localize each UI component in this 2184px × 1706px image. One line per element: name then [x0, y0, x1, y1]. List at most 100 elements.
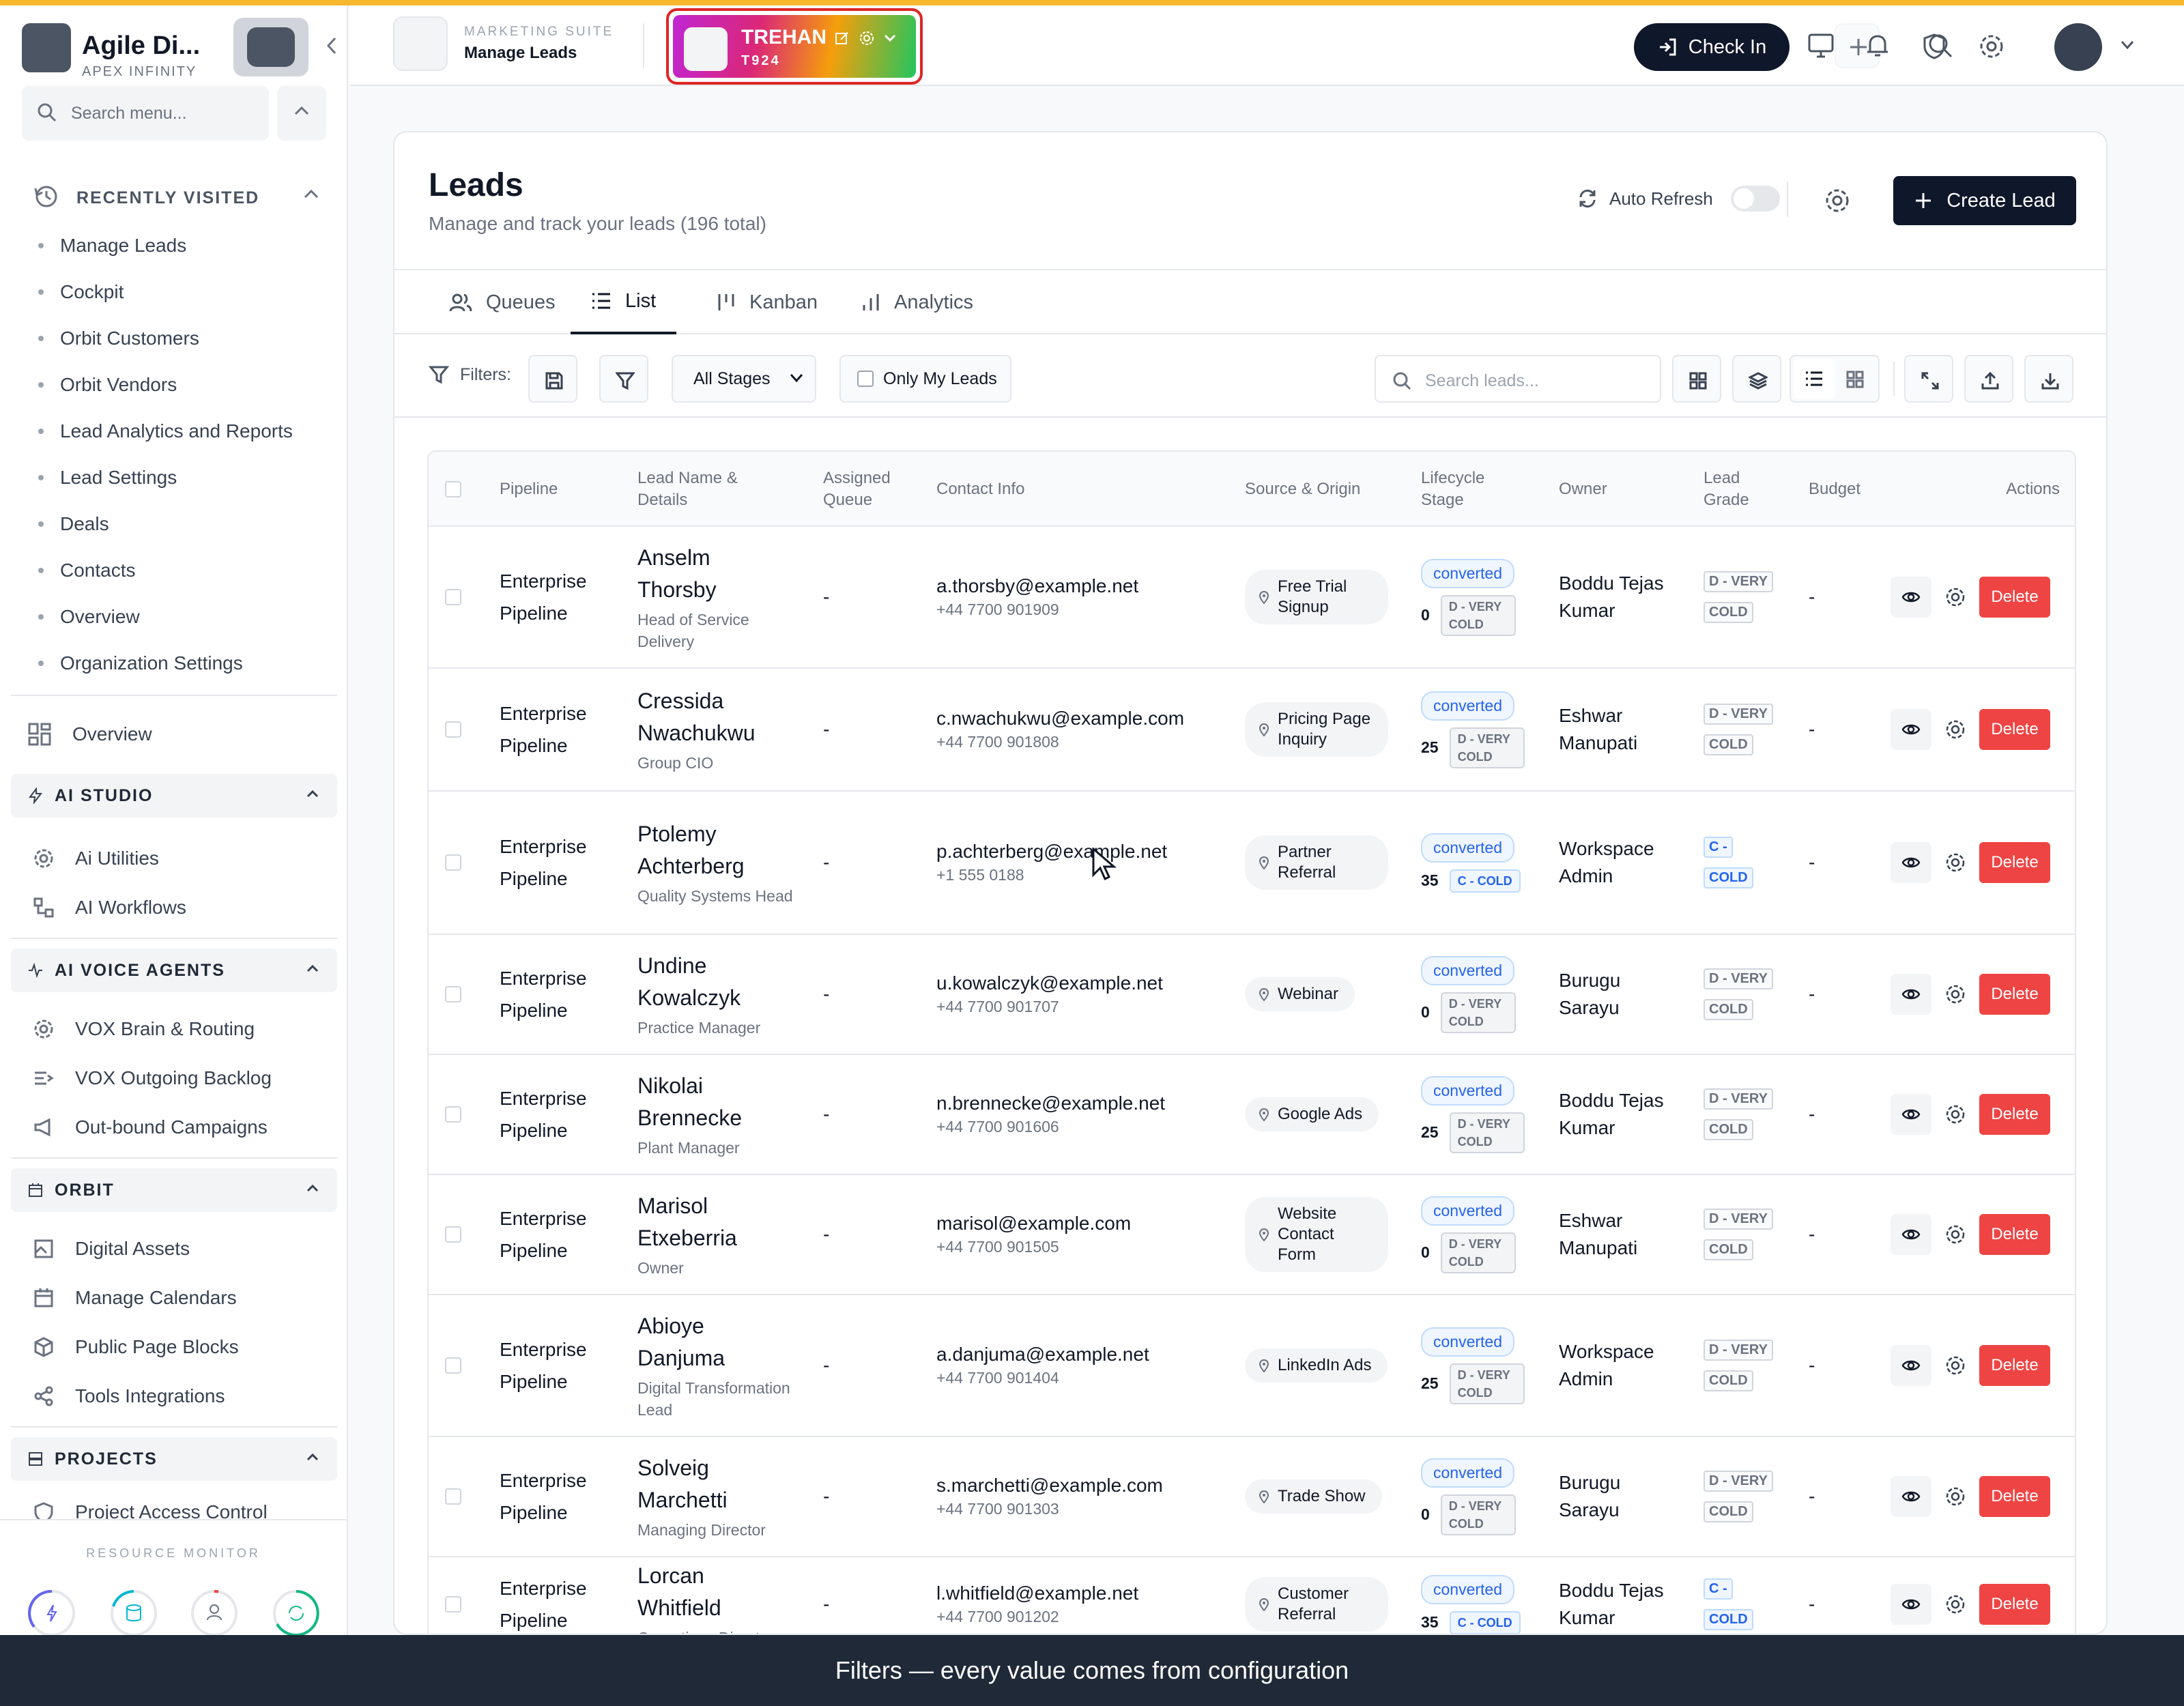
- delete-button[interactable]: Delete: [1979, 974, 2050, 1015]
- upload-button[interactable]: [1964, 355, 2013, 403]
- sidebar-item-ai-utilities[interactable]: Ai Utilities: [33, 838, 333, 879]
- lead-last-name[interactable]: Achterberg: [637, 850, 793, 882]
- view-button[interactable]: [1891, 709, 1931, 750]
- col-header-pipeline[interactable]: Pipeline: [500, 452, 616, 527]
- recent-item[interactable]: Orbit Customers: [38, 315, 332, 362]
- grid-view-icon[interactable]: [1845, 370, 1865, 389]
- section-ai-studio[interactable]: AI STUDIO: [11, 774, 337, 818]
- col-header-queue[interactable]: Assigned Queue: [823, 452, 912, 527]
- lead-last-name[interactable]: Marchetti: [637, 1484, 766, 1516]
- recent-item[interactable]: Orbit Vendors: [38, 362, 332, 408]
- row-checkbox[interactable]: [445, 1295, 461, 1436]
- user-avatar[interactable]: [2054, 23, 2102, 71]
- gear-icon[interactable]: [1944, 718, 1967, 741]
- row-checkbox[interactable]: [445, 1055, 461, 1174]
- lead-search-input[interactable]: Search leads...: [1375, 355, 1661, 403]
- recent-item[interactable]: Overview: [38, 594, 332, 640]
- lead-first-name[interactable]: Anselm: [637, 542, 808, 574]
- view-button[interactable]: [1891, 1094, 1931, 1135]
- checkbox[interactable]: [857, 371, 874, 387]
- lead-last-name[interactable]: Whitfield: [637, 1592, 773, 1624]
- delete-button[interactable]: Delete: [1979, 577, 2050, 618]
- columns-button[interactable]: [1672, 355, 1721, 403]
- database-icon[interactable]: [109, 1589, 158, 1638]
- edit-icon[interactable]: [834, 30, 850, 46]
- refresh-icon[interactable]: [272, 1589, 321, 1638]
- bolt-icon[interactable]: [27, 1589, 76, 1638]
- recent-item[interactable]: Lead Settings: [38, 454, 332, 501]
- gear-icon[interactable]: [1824, 187, 1851, 214]
- view-button[interactable]: [1891, 1476, 1931, 1517]
- table-row[interactable]: Enterprise Pipeline Cressida Nwachukwu G…: [429, 669, 2075, 792]
- table-row[interactable]: Enterprise Pipeline Abioye Danjuma Digit…: [429, 1295, 2075, 1437]
- gear-icon[interactable]: [1944, 851, 1967, 874]
- auto-refresh-toggle[interactable]: [1730, 186, 1780, 212]
- lead-first-name[interactable]: Marisol: [637, 1190, 737, 1222]
- delete-button[interactable]: Delete: [1979, 842, 2050, 883]
- delete-button[interactable]: Delete: [1979, 709, 2050, 750]
- gear-icon[interactable]: [1944, 1103, 1967, 1126]
- advanced-filter-button[interactable]: [599, 355, 648, 403]
- tab-analytics[interactable]: Analytics: [841, 270, 994, 334]
- menu-search-toggle[interactable]: [277, 86, 326, 141]
- row-checkbox[interactable]: [445, 1175, 461, 1294]
- module-icon[interactable]: [393, 16, 448, 71]
- row-checkbox[interactable]: [445, 669, 461, 790]
- lead-first-name[interactable]: Undine: [637, 950, 760, 982]
- expand-button[interactable]: [1904, 355, 1953, 403]
- view-button[interactable]: [1891, 842, 1931, 883]
- stage-select[interactable]: All Stages: [672, 355, 816, 403]
- lead-last-name[interactable]: Thorsby: [637, 574, 808, 606]
- sidebar-item-outbound-campaigns[interactable]: Out-bound Campaigns: [33, 1107, 333, 1148]
- table-row[interactable]: Enterprise Pipeline Undine Kowalczyk Pra…: [429, 935, 2075, 1055]
- delete-button[interactable]: Delete: [1979, 1476, 2050, 1517]
- delete-button[interactable]: Delete: [1979, 1345, 2050, 1386]
- table-row[interactable]: Enterprise Pipeline Solveig Marchetti Ma…: [429, 1437, 2075, 1557]
- table-row[interactable]: Enterprise Pipeline Lorcan Whitfield Ope…: [429, 1557, 2075, 1634]
- table-row[interactable]: Enterprise Pipeline Marisol Etxeberria O…: [429, 1175, 2075, 1295]
- view-button[interactable]: [1891, 974, 1931, 1015]
- lead-last-name[interactable]: Nwachukwu: [637, 717, 756, 749]
- list-view-button[interactable]: [1794, 359, 1835, 399]
- collapse-sidebar-icon[interactable]: [325, 35, 339, 62]
- row-checkbox[interactable]: [445, 792, 461, 934]
- sidebar-item-ai-workflows[interactable]: AI Workflows: [33, 887, 333, 928]
- col-header-budget[interactable]: Budget: [1809, 452, 1904, 527]
- col-header-lead[interactable]: Lead Name & Details: [637, 452, 774, 527]
- save-filter-button[interactable]: [528, 355, 577, 403]
- gear-icon[interactable]: [1944, 585, 1967, 609]
- lead-first-name[interactable]: Abioye: [637, 1310, 808, 1342]
- lead-first-name[interactable]: Cressida: [637, 685, 756, 717]
- sidebar-item-vox-backlog[interactable]: VOX Outgoing Backlog: [33, 1058, 333, 1099]
- view-button[interactable]: [1891, 1345, 1931, 1386]
- users-icon[interactable]: [190, 1589, 239, 1638]
- recent-item[interactable]: Manage Leads: [38, 222, 332, 269]
- lead-first-name[interactable]: Nikolai: [637, 1070, 742, 1102]
- select-all-checkbox[interactable]: [445, 452, 461, 527]
- lead-email[interactable]: c.nwachukwu@example.com: [936, 706, 1184, 731]
- layers-button[interactable]: [1732, 355, 1781, 403]
- recent-item[interactable]: Contacts: [38, 547, 332, 594]
- tab-queues[interactable]: Queues: [429, 270, 576, 334]
- bell-icon[interactable]: [1865, 33, 1891, 59]
- recent-item[interactable]: Deals: [38, 501, 332, 547]
- view-button[interactable]: [1891, 1214, 1931, 1255]
- gear-icon[interactable]: [1944, 983, 1967, 1006]
- sidebar-item-manage-calendars[interactable]: Manage Calendars: [33, 1277, 333, 1318]
- col-header-owner[interactable]: Owner: [1559, 452, 1654, 527]
- sidebar-item-public-page-blocks[interactable]: Public Page Blocks: [33, 1327, 333, 1368]
- chevron-down-icon[interactable]: [883, 33, 897, 43]
- table-row[interactable]: Enterprise Pipeline Ptolemy Achterberg Q…: [429, 792, 2075, 935]
- lead-last-name[interactable]: Brennecke: [637, 1102, 742, 1134]
- org-switcher[interactable]: [233, 18, 308, 76]
- table-row[interactable]: Enterprise Pipeline Nikolai Brennecke Pl…: [429, 1055, 2075, 1175]
- brand[interactable]: Agile Di... APEX INFINITY: [22, 18, 336, 79]
- lead-last-name[interactable]: Kowalczyk: [637, 982, 760, 1014]
- sidebar-item-digital-assets[interactable]: Digital Assets: [33, 1228, 333, 1269]
- lead-last-name[interactable]: Danjuma: [637, 1342, 808, 1374]
- gear-icon[interactable]: [1944, 1223, 1967, 1246]
- gear-icon[interactable]: [1944, 1485, 1967, 1508]
- col-header-grade[interactable]: Lead Grade: [1704, 452, 1779, 527]
- lead-email[interactable]: l.whitfield@example.net: [936, 1581, 1138, 1606]
- create-lead-button[interactable]: Create Lead: [1893, 176, 2076, 225]
